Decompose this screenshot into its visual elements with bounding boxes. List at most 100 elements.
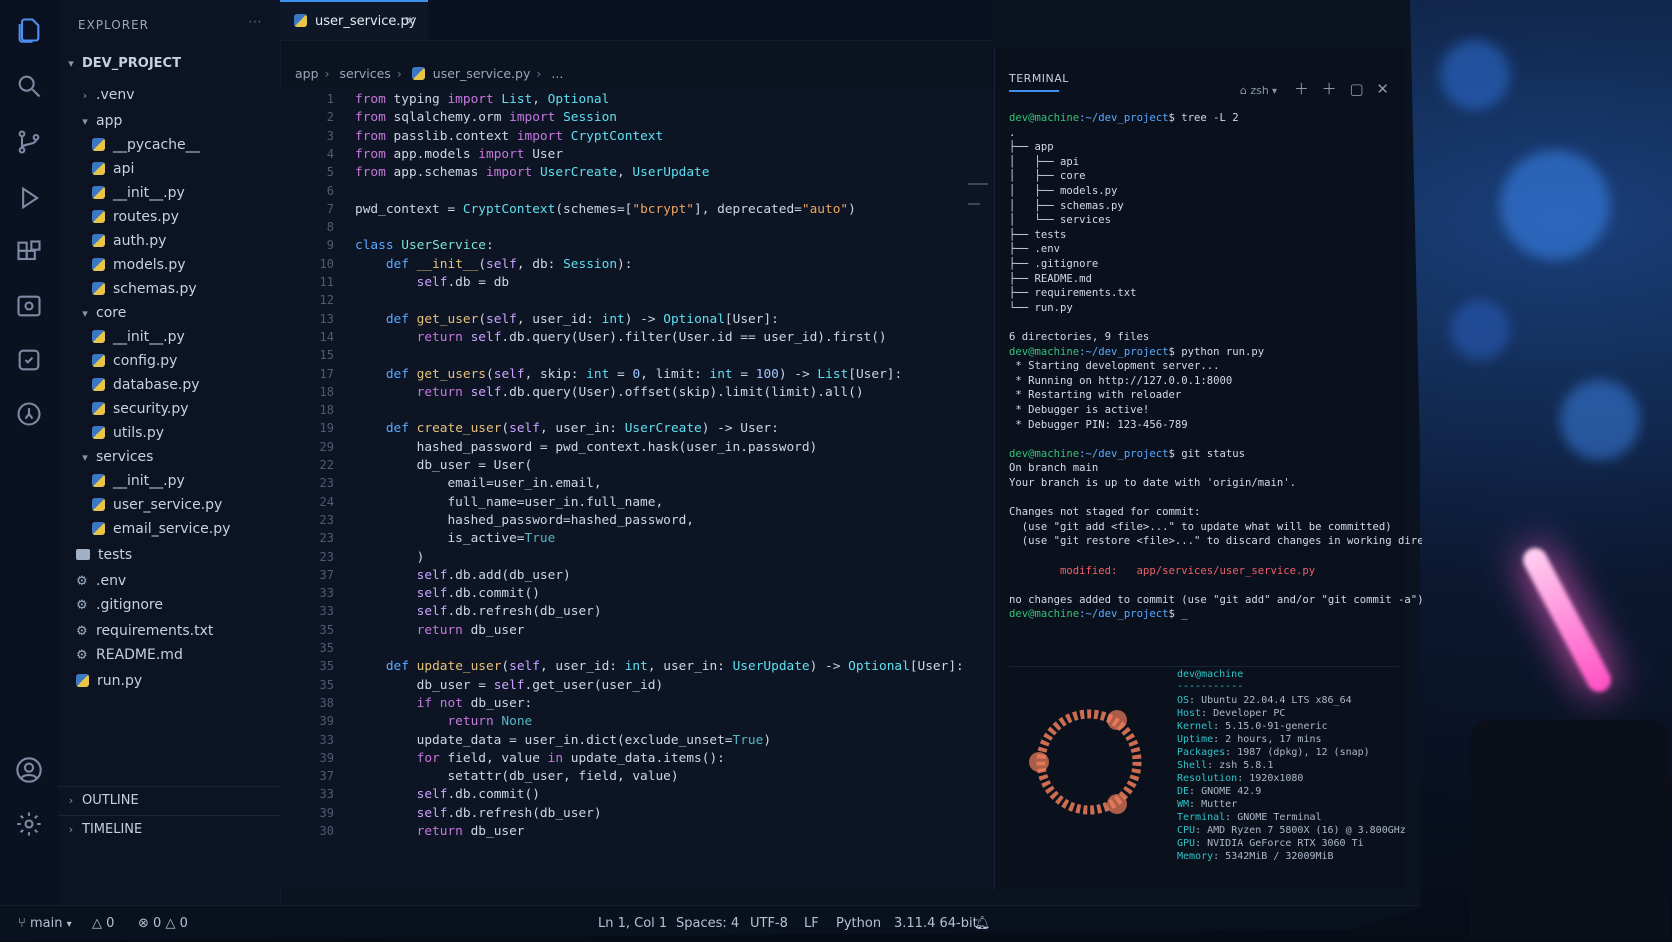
close-panel-icon[interactable]: ✕ bbox=[1376, 80, 1389, 98]
run-debug-icon[interactable] bbox=[14, 184, 44, 214]
search-icon[interactable] bbox=[14, 72, 44, 102]
code-line[interactable]: db_user = self.get_user(user_id) bbox=[355, 678, 664, 693]
tree-item[interactable]: models.py bbox=[92, 254, 186, 276]
terminal-panel[interactable]: TERMINAL ⌂ zsh ▾ ＋ ＋ ▢ ✕ dev@machine:~/d… bbox=[994, 48, 1430, 918]
maximize-panel-icon[interactable]: ▢ bbox=[1349, 80, 1363, 98]
sync-item[interactable]: △ 0 bbox=[92, 916, 114, 931]
code-line[interactable]: ) bbox=[355, 550, 425, 565]
tree-item[interactable]: user_service.py bbox=[92, 494, 222, 516]
tree-item[interactable]: schemas.py bbox=[92, 278, 197, 300]
tree-item[interactable]: __pycache__ bbox=[92, 134, 200, 156]
code-line[interactable]: def get_users(self, skip: int = 0, limit… bbox=[355, 367, 902, 382]
code-line[interactable]: from app.models import User bbox=[355, 147, 563, 162]
code-line[interactable]: self.db.commit() bbox=[355, 787, 540, 802]
tree-item[interactable]: ▾ core bbox=[78, 302, 126, 324]
account-icon[interactable] bbox=[14, 756, 44, 786]
tree-item[interactable]: config.py bbox=[92, 350, 177, 372]
more-actions-icon[interactable]: ⋯ bbox=[248, 14, 262, 30]
tree-item[interactable]: api bbox=[92, 158, 134, 180]
code-line[interactable]: self.db.refresh(db_user) bbox=[355, 806, 602, 821]
tree-item[interactable]: ⚙ requirements.txt bbox=[76, 620, 213, 642]
tree-item[interactable]: database.py bbox=[92, 374, 200, 396]
code-line[interactable]: self.db.commit() bbox=[355, 586, 540, 601]
remote-explorer-icon[interactable] bbox=[14, 292, 44, 322]
language-mode[interactable]: Python bbox=[836, 916, 881, 931]
code-line[interactable]: for field, value in update_data.items(): bbox=[355, 751, 725, 766]
testing-icon[interactable] bbox=[14, 346, 44, 376]
explorer-icon[interactable] bbox=[14, 16, 44, 46]
tree-item[interactable]: __init__.py bbox=[92, 470, 185, 492]
tab-user-service[interactable]: user_service.py ✕ bbox=[280, 0, 428, 40]
extensions-icon[interactable] bbox=[14, 238, 44, 268]
tree-item[interactable]: ⚙ .gitignore bbox=[76, 594, 163, 616]
tree-item[interactable]: security.py bbox=[92, 398, 189, 420]
code-line[interactable]: from app.schemas import UserCreate, User… bbox=[355, 165, 709, 180]
code-line[interactable]: from passlib.context import CryptContext bbox=[355, 129, 663, 144]
code-line[interactable]: return db_user bbox=[355, 824, 525, 839]
timeline-icon[interactable] bbox=[14, 400, 44, 430]
split-terminal-icon[interactable]: ＋ bbox=[1322, 80, 1337, 98]
code-line[interactable]: from typing import List, Optional bbox=[355, 92, 609, 107]
chevron-down-icon[interactable]: ▾ bbox=[1269, 86, 1277, 97]
tree-item[interactable]: run.py bbox=[76, 670, 142, 692]
code-editor[interactable]: 1 2 3 4 5 6 7 8 9 10 11 12 13 14 15 17 18 18 19 29 22 23 24 23 2… bbox=[280, 88, 994, 888]
tree-item[interactable]: email_service.py bbox=[92, 518, 230, 540]
code-line[interactable]: setattr(db_user, field, value) bbox=[355, 769, 678, 784]
code-line[interactable]: self.db.refresh(db_user) bbox=[355, 604, 602, 619]
code-line[interactable]: def get_user(self, user_id: int) -> Opti… bbox=[355, 312, 779, 327]
code-line[interactable]: self.db = db bbox=[355, 275, 509, 290]
code-line[interactable]: def update_user(self, user_id: int, user… bbox=[355, 659, 964, 674]
indentation[interactable]: Spaces: 4 bbox=[676, 916, 739, 931]
tree-item[interactable]: utils.py bbox=[92, 422, 164, 444]
tree-item[interactable]: ▾ app bbox=[78, 110, 122, 132]
line-ending[interactable]: LF bbox=[804, 916, 819, 931]
tree-item[interactable]: ▾ services bbox=[78, 446, 153, 468]
code-line[interactable]: from sqlalchemy.orm import Session bbox=[355, 110, 617, 125]
code-line[interactable]: return db_user bbox=[355, 623, 525, 638]
cursor-position[interactable]: Ln 1, Col 1 bbox=[598, 916, 667, 931]
code-line[interactable]: def __init__(self, db: Session): bbox=[355, 257, 633, 272]
code-line[interactable]: full_name=user_in.full_name, bbox=[355, 495, 663, 510]
problems-item[interactable]: ⊗ 0 △ 0 bbox=[138, 916, 188, 931]
tree-item[interactable]: ⚙ README.md bbox=[76, 644, 183, 666]
code-line[interactable]: def create_user(self, user_in: UserCreat… bbox=[355, 421, 779, 436]
new-terminal-icon[interactable]: ＋ bbox=[1294, 80, 1309, 98]
breadcrumb-services[interactable]: services bbox=[340, 66, 391, 81]
terminal-shell-label[interactable]: zsh bbox=[1250, 84, 1268, 97]
tree-item[interactable]: auth.py bbox=[92, 230, 166, 252]
code-line[interactable]: if not db_user: bbox=[355, 696, 533, 711]
tree-item[interactable]: __init__.py bbox=[92, 182, 185, 204]
project-root[interactable]: ▾ DEV_PROJECT bbox=[64, 56, 181, 71]
tree-item[interactable]: __init__.py bbox=[92, 326, 185, 348]
code-line[interactable]: db_user = User( bbox=[355, 458, 533, 473]
code-line[interactable]: class UserService: bbox=[355, 238, 494, 253]
python-interpreter[interactable]: 3.11.4 64-bit bbox=[894, 916, 978, 931]
code-line[interactable]: pwd_context = CryptContext(schemes=["bcr… bbox=[355, 202, 856, 217]
code-line[interactable]: update_data = user_in.dict(exclude_unset… bbox=[355, 733, 771, 748]
outline-panel[interactable]: › OUTLINE bbox=[58, 786, 280, 815]
close-icon[interactable]: ✕ bbox=[404, 2, 416, 42]
notifications-bell-icon[interactable]: 🔔︎ bbox=[974, 916, 991, 931]
tree-item[interactable]: tests bbox=[76, 544, 132, 566]
encoding[interactable]: UTF-8 bbox=[750, 916, 788, 931]
code-line[interactable]: return None bbox=[355, 714, 532, 729]
code-line[interactable]: is_active=True bbox=[355, 531, 555, 546]
source-control-icon[interactable] bbox=[14, 128, 44, 158]
tree-item[interactable]: ⚙ .env bbox=[76, 570, 126, 592]
code-line[interactable]: return self.db.query(User).filter(User.i… bbox=[355, 330, 887, 345]
breadcrumb-symbol[interactable]: ... bbox=[551, 66, 563, 81]
tree-item[interactable]: routes.py bbox=[92, 206, 179, 228]
error-icon: ⊗ bbox=[138, 916, 149, 931]
minimap[interactable] bbox=[966, 180, 990, 220]
code-line[interactable]: hashed_password = pwd_context.hask(user_… bbox=[355, 440, 818, 455]
breadcrumb-file[interactable]: user_service.py bbox=[433, 66, 531, 81]
branch-item[interactable]: ⑂ main ▾ bbox=[18, 916, 72, 931]
code-line[interactable]: return self.db.query(User).offset(skip).… bbox=[355, 385, 864, 400]
breadcrumb-app[interactable]: app bbox=[295, 66, 319, 81]
tree-item[interactable]: › .venv bbox=[78, 84, 135, 106]
settings-gear-icon[interactable] bbox=[14, 810, 44, 840]
code-line[interactable]: self.db.add(db_user) bbox=[355, 568, 571, 583]
code-line[interactable]: email=user_in.email, bbox=[355, 476, 601, 491]
timeline-panel[interactable]: › TIMELINE bbox=[58, 815, 280, 844]
code-line[interactable]: hashed_password=hashed_password, bbox=[355, 513, 694, 528]
